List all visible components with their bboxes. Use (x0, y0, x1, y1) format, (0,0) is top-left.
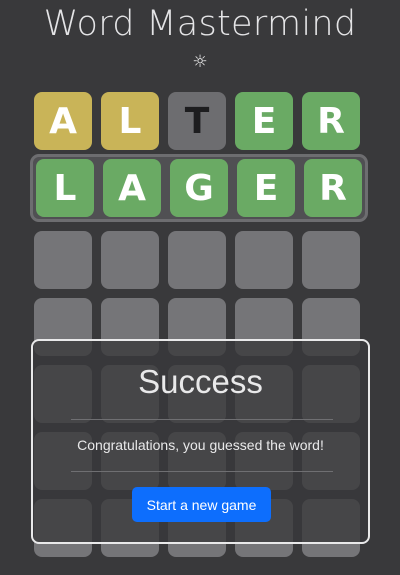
new-game-button[interactable]: Start a new game (132, 487, 271, 522)
board-row: LAGER (30, 154, 368, 222)
letter-tile: R (302, 92, 360, 150)
modal-message: Congratulations, you guessed the word! (77, 437, 324, 453)
letter-tile: E (235, 92, 293, 150)
modal-title: Success (138, 363, 263, 400)
letter-tile: E (237, 159, 295, 217)
letter-tile (34, 231, 92, 289)
letter-tile (235, 231, 293, 289)
modal-divider-top (71, 419, 333, 420)
letter-tile: A (34, 92, 92, 150)
modal-divider-bottom (71, 471, 333, 472)
board-row: ALTER (34, 92, 364, 152)
board-row (34, 231, 364, 291)
letter-tile: L (101, 92, 159, 150)
letter-tile: T (168, 92, 226, 150)
success-modal: Success Congratulations, you guessed the… (31, 339, 370, 544)
letter-tile (302, 231, 360, 289)
letter-tile (101, 231, 159, 289)
letter-tile: G (170, 159, 228, 217)
letter-tile (168, 231, 226, 289)
letter-tile: L (36, 159, 94, 217)
letter-tile: R (304, 159, 362, 217)
letter-tile: A (103, 159, 161, 217)
